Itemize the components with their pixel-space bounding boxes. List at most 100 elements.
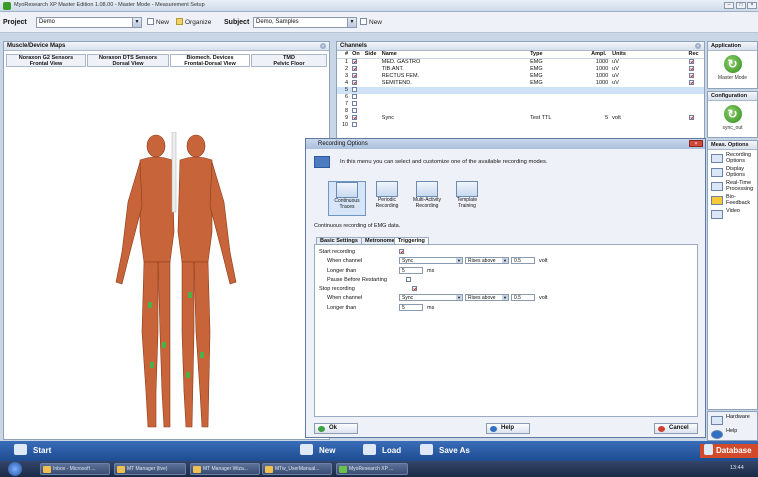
checkbox-icon[interactable] — [688, 65, 694, 71]
table-row[interactable]: 7 — [337, 100, 705, 108]
save-as-button[interactable]: Save As — [420, 444, 490, 458]
on-checkbox[interactable] — [350, 86, 363, 94]
close-icon[interactable]: × — [747, 2, 757, 9]
table-row[interactable]: 1 MED. GASTRO EMG 1000 uV — [337, 58, 704, 66]
checkbox-icon[interactable] — [352, 93, 358, 99]
collapse-icon[interactable]: « — [695, 43, 701, 49]
configuration-icon[interactable]: ↻ — [723, 105, 742, 123]
on-checkbox[interactable] — [350, 58, 363, 66]
configuration-name[interactable]: sync_out — [708, 125, 757, 131]
muscle-figure[interactable] — [104, 132, 244, 432]
real-time-processing-item[interactable]: Real-Time Processing — [708, 180, 757, 194]
checkbox-icon[interactable] — [688, 114, 694, 120]
checkbox-icon[interactable] — [688, 72, 694, 78]
start-recording-checkbox[interactable] — [399, 249, 404, 254]
checkbox-icon[interactable] — [352, 86, 358, 92]
on-checkbox[interactable] — [350, 72, 363, 80]
ok-button[interactable]: Ok — [314, 423, 358, 434]
chevron-down-icon[interactable]: ▼ — [132, 18, 141, 27]
mode-continuous-traces[interactable]: Continuous Traces — [328, 181, 366, 216]
checkbox-icon[interactable] — [688, 79, 694, 85]
project-select[interactable]: Demo ▼ — [36, 17, 142, 28]
table-row[interactable]: 4 SEMITEND. EMG 1000 uV — [337, 79, 705, 87]
on-checkbox[interactable] — [350, 100, 363, 108]
checkbox-icon[interactable] — [352, 114, 358, 120]
close-icon[interactable]: × — [689, 140, 703, 147]
start-duration-input[interactable]: 5 — [399, 267, 423, 274]
rec-checkbox[interactable] — [687, 58, 705, 66]
display-options-item[interactable]: Display Options — [708, 166, 757, 180]
minimize-icon[interactable]: – — [724, 2, 734, 9]
recording-options-item[interactable]: Recording Options — [708, 152, 757, 166]
checkbox-icon[interactable] — [352, 65, 358, 71]
table-row[interactable]: 6 — [337, 93, 704, 101]
checkbox-icon[interactable] — [352, 72, 358, 78]
start-button[interactable]: Start — [14, 444, 74, 458]
table-row[interactable]: 9 Sync Test TTL 5 volt — [337, 114, 705, 122]
start-channel-select[interactable]: Sync ▼ — [399, 257, 463, 264]
stop-duration-input[interactable]: 5 — [399, 304, 423, 311]
project-new-button[interactable]: New — [147, 18, 169, 26]
start-condition-select[interactable]: Rises above ▼ — [465, 257, 509, 264]
chevron-down-icon[interactable]: ▼ — [456, 295, 462, 300]
table-row[interactable]: 2 TIB.ANT. EMG 1000 uV — [337, 65, 705, 73]
help-button[interactable]: Help — [486, 423, 530, 434]
video-item[interactable]: Video — [708, 208, 757, 222]
mode-template-training[interactable]: Template Training — [448, 181, 486, 216]
stop-condition-select[interactable]: Rises above ▼ — [465, 294, 509, 301]
organize-button[interactable]: Organize — [176, 18, 211, 26]
checkbox-icon[interactable] — [352, 100, 358, 106]
stop-threshold-input[interactable]: 0.5 — [511, 294, 535, 301]
master-mode-icon[interactable]: ↻ — [723, 55, 742, 73]
checkbox-icon[interactable] — [352, 58, 358, 64]
rec-checkbox[interactable] — [686, 86, 704, 94]
tab-dts-sensors[interactable]: Noraxon DTS Sensors Dorsal View — [87, 54, 169, 67]
rec-checkbox[interactable] — [687, 72, 705, 80]
mode-multi-activity[interactable]: Multi-Activity Recording — [408, 181, 446, 216]
taskbar-item[interactable]: MT Manager Wiza... — [190, 463, 260, 475]
rec-checkbox[interactable] — [687, 79, 705, 87]
load-button[interactable]: Load — [363, 444, 423, 458]
rec-checkbox[interactable] — [687, 108, 705, 115]
on-checkbox[interactable] — [350, 65, 363, 73]
tab-biomech-devices[interactable]: Biomech. Devices Frontal-Dorsal View — [170, 54, 250, 67]
rec-checkbox[interactable] — [687, 65, 705, 73]
chevron-down-icon[interactable]: ▼ — [347, 18, 356, 27]
table-row[interactable]: 3 RECTUS FEM. EMG 1000 uV — [337, 72, 705, 80]
bio-feedback-item[interactable]: Bio-Feedback — [708, 194, 757, 208]
subject-new-button[interactable]: New — [360, 18, 382, 26]
chevron-down-icon[interactable]: ▼ — [502, 295, 508, 300]
on-checkbox[interactable] — [350, 93, 363, 101]
rec-checkbox[interactable] — [687, 101, 705, 108]
taskbar-item[interactable]: MTw_UserManual... — [262, 463, 332, 475]
stop-recording-checkbox[interactable] — [412, 286, 418, 291]
tab-g2-sensors[interactable]: Noraxon G2 Sensors Frontal View — [6, 54, 86, 67]
help-side-button[interactable]: Help — [708, 428, 757, 442]
taskbar-item[interactable]: Inbox - Microsoft ... — [40, 463, 110, 475]
on-checkbox[interactable] — [350, 121, 363, 129]
table-row[interactable]: 10 — [337, 121, 704, 129]
on-checkbox[interactable] — [350, 79, 363, 87]
collapse-icon[interactable]: « — [320, 43, 326, 49]
subject-select[interactable]: Demo, Samples ▼ — [253, 17, 357, 28]
table-row[interactable]: 5 — [337, 86, 704, 94]
on-checkbox[interactable] — [350, 114, 363, 122]
table-row[interactable]: 8 — [337, 107, 705, 115]
checkbox-icon[interactable] — [352, 79, 358, 85]
chevron-down-icon[interactable]: ▼ — [502, 258, 508, 263]
rec-checkbox[interactable] — [687, 114, 705, 122]
pause-checkbox[interactable] — [405, 277, 411, 282]
taskbar-item[interactable]: MyoResearch XP ... — [336, 463, 408, 475]
cancel-button[interactable]: Cancel — [654, 423, 698, 434]
maximize-icon[interactable]: □ — [736, 2, 746, 9]
checkbox-icon[interactable] — [352, 107, 358, 113]
start-threshold-input[interactable]: 0.5 — [511, 257, 535, 264]
mode-periodic-recording[interactable]: Periodic Recording — [368, 181, 406, 216]
checkbox-icon[interactable] — [688, 58, 694, 64]
windows-start-icon[interactable] — [8, 462, 22, 476]
tab-tmd[interactable]: TMD Pelvic Floor — [251, 54, 327, 67]
stop-channel-select[interactable]: Sync ▼ — [399, 294, 463, 301]
chevron-down-icon[interactable]: ▼ — [456, 258, 462, 263]
checkbox-icon[interactable] — [352, 121, 358, 127]
on-checkbox[interactable] — [350, 107, 363, 115]
